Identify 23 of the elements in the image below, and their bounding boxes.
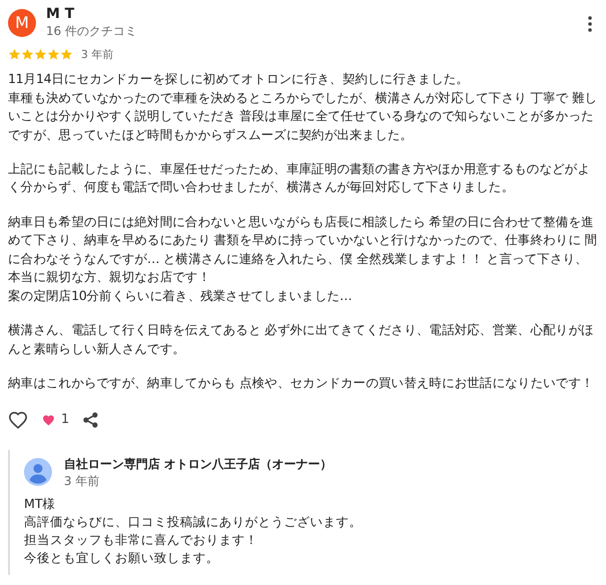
star-icon	[47, 48, 60, 61]
more-options-icon[interactable]	[588, 16, 592, 32]
review-time: 3 年前	[81, 47, 114, 62]
heart-icon	[42, 414, 55, 426]
star-icon	[34, 48, 47, 61]
review-paragraph: 納車はこれからですが、納車してからも 点検や、セカンドカーの買い替え時にお世話になりたいです！	[8, 374, 595, 392]
review-paragraph: 横溝さん、電話して行く日時を伝えてあると 必ず外に出てきてくださり、電話対応、営業、心配りがほんと素晴らしい新人さんです。	[8, 321, 595, 358]
owner-avatar	[24, 458, 52, 486]
star-icon	[8, 48, 21, 61]
owner-reply-text: MT様 高評価ならびに、口コミ投稿誠にありがとうございます。 担当スタッフも非常に喜んでおります！ 今後とも宜しくお願い致します。	[24, 494, 363, 567]
review-paragraph: 納車日も希望の日には絶対間に合わないと思いながらも店長に相談したら 希望の日に合わせて整備を進めて下さり、納車を早めるにあたり 書類を早めに持っていかないと行けなかったので、仕事終わりに 間に合わなそうなんですが… と横溝さんに連絡を入れたら、僕 全然残業しますよ！！ と言って下さり、 本当に親切な方、親切なお店です！ 案の定閉店10分前くらいに着き、残業させてしまいました…	[8, 212, 598, 305]
like-icon[interactable]	[8, 410, 28, 429]
star-icon	[21, 48, 34, 61]
review-count: 16 件のクチコミ	[46, 23, 138, 39]
review-paragraph: 上記にも記載したように、車屋任せだったため、車庫証明の書類の書き方やほか用意するものなどがよく分からず、何度も電話で問い合わせましたが、横溝さんが毎回対応して下さりました。	[8, 160, 591, 196]
owner-name: 自社ローン専門店 オトロン八王子店（オーナー）	[64, 456, 332, 473]
author-name[interactable]: M T	[46, 6, 74, 23]
reaction-count: 1	[61, 412, 70, 428]
review-paragraph: 11月14日にセカンドカーを探しに初めてオトロンに行き、契約しに行きました。 車種も決めていなかったので車種を決めるところからでしたが、横溝さんが対応して下さり 丁寧で 難しいことは分かりやすく説明していただき 普段は車屋に全て任せている身なので知らないことが多かったですが、思っていたほど時間もかからずスムーズに契約が出来ました。	[8, 70, 598, 144]
star-icon	[60, 48, 73, 61]
reply-time: 3 年前	[64, 472, 100, 489]
share-icon[interactable]	[83, 412, 98, 428]
user-avatar: M	[8, 8, 36, 36]
